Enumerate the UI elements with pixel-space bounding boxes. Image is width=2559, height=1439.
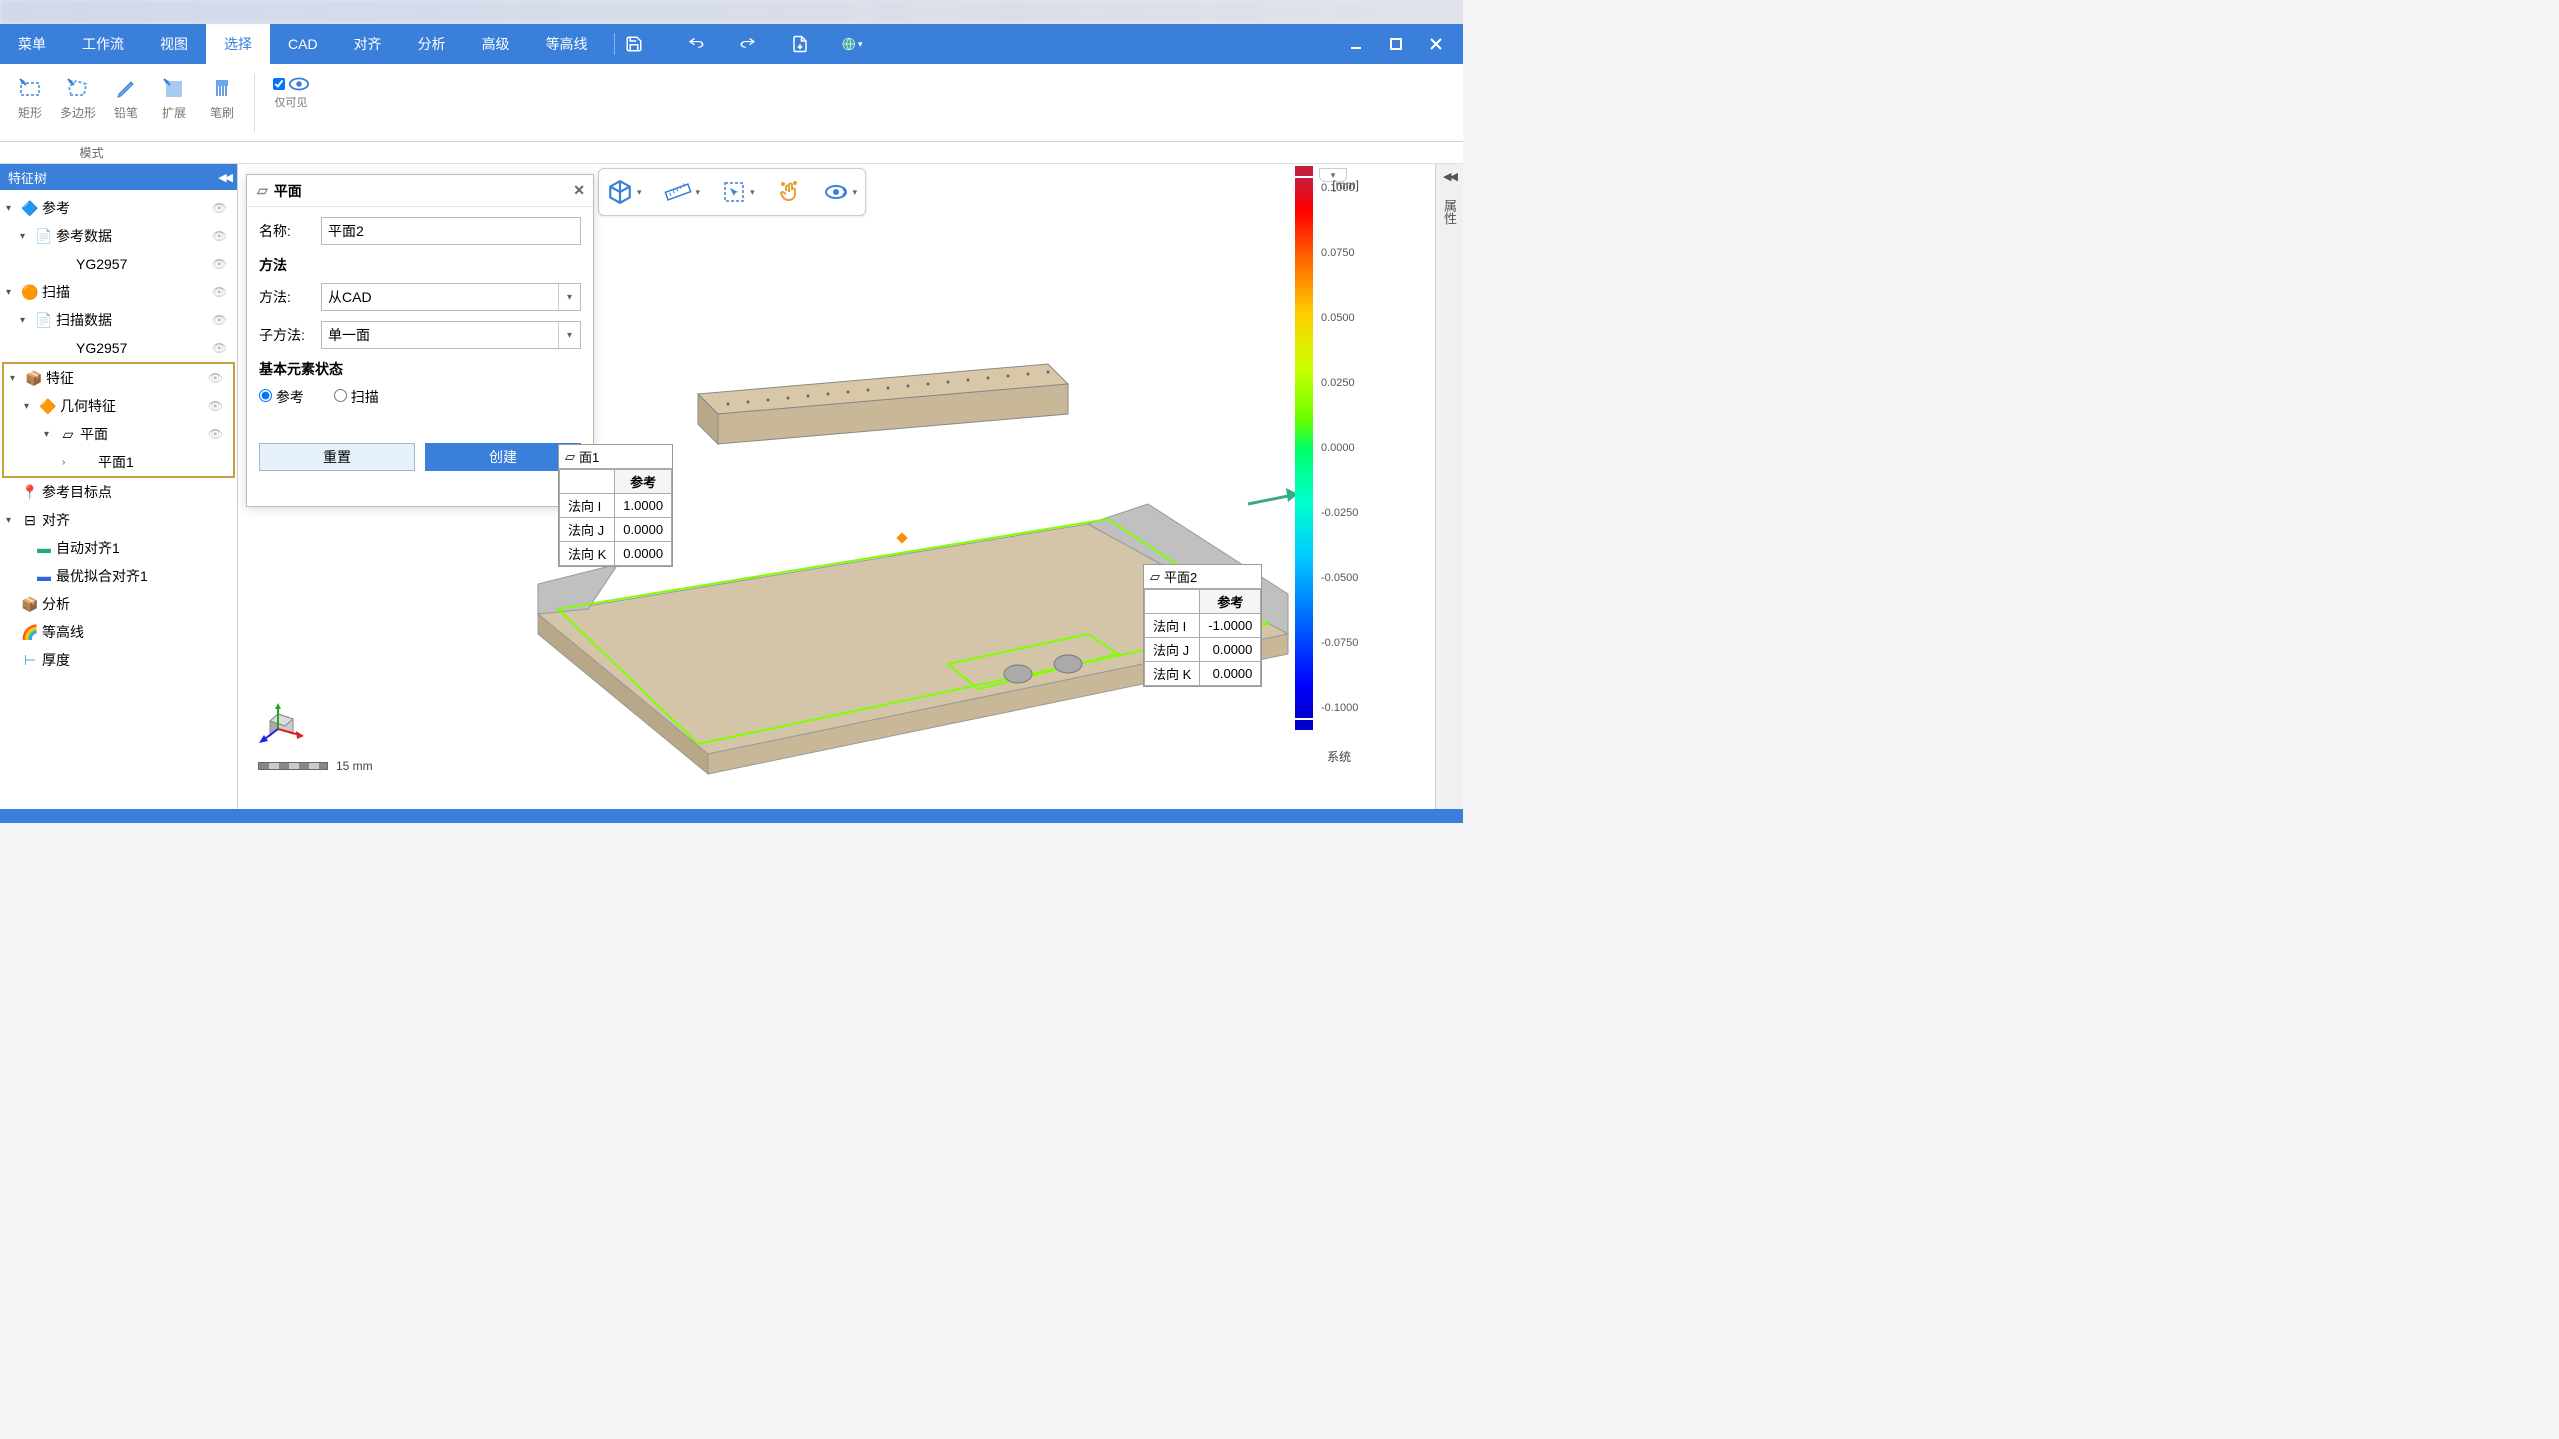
- menu-item-select[interactable]: 选择: [206, 24, 270, 64]
- export-icon[interactable]: [789, 33, 811, 55]
- title-bar: [0, 0, 1463, 24]
- reset-button[interactable]: 重置: [259, 443, 415, 471]
- polygon-tool[interactable]: 多边形: [56, 72, 100, 134]
- name-label: 名称:: [259, 221, 313, 241]
- feature-tree-header[interactable]: 特征树◀◀: [0, 164, 237, 190]
- tree-align[interactable]: ▾⊟对齐: [0, 506, 237, 534]
- tree-scan-data[interactable]: ▾📄扫描数据👁: [0, 306, 237, 334]
- tree-scan[interactable]: ▾🟠扫描👁: [0, 278, 237, 306]
- visibility-icon[interactable]: 👁: [208, 371, 223, 385]
- menu-item-workflow[interactable]: 工作流: [64, 24, 142, 64]
- pencil-tool[interactable]: 铅笔: [104, 72, 148, 134]
- visibility-icon[interactable]: 👁: [212, 341, 227, 355]
- dialog-title: ▱ 平面 ✕: [247, 175, 593, 207]
- collapse-left-icon[interactable]: ◀◀: [218, 171, 231, 184]
- tree-auto-align[interactable]: ▬自动对齐1: [0, 534, 237, 562]
- collapse-right-icon[interactable]: ◀◀: [1443, 170, 1456, 183]
- tree-best-fit[interactable]: ▬最优拟合对齐1: [0, 562, 237, 590]
- tree-ref-data[interactable]: ▾📄参考数据👁: [0, 222, 237, 250]
- radio-reference[interactable]: 参考: [259, 387, 304, 407]
- menu-item-view[interactable]: 视图: [142, 24, 206, 64]
- tree-geo-feature[interactable]: ▾🔶几何特征👁: [4, 392, 233, 420]
- minimize-icon[interactable]: [1345, 33, 1367, 55]
- tree-analysis[interactable]: 📦分析: [0, 590, 237, 618]
- measure-button[interactable]: ▾: [664, 182, 701, 202]
- visibility-icon[interactable]: 👁: [208, 399, 223, 413]
- viewport-toolbar: ▾ ▾ ▾ ▾: [598, 168, 866, 216]
- maximize-icon[interactable]: [1385, 33, 1407, 55]
- save-icon[interactable]: [623, 33, 645, 55]
- redo-icon[interactable]: [737, 33, 759, 55]
- plane-name-input[interactable]: [321, 217, 581, 245]
- ribbon: 矩形 多边形 铅笔 扩展 笔刷 仅可见: [0, 64, 1463, 142]
- dialog-close-icon[interactable]: ✕: [573, 182, 585, 199]
- menu-item-align[interactable]: 对齐: [336, 24, 400, 64]
- method-label: 方法:: [259, 287, 313, 307]
- radio-scan[interactable]: 扫描: [334, 387, 379, 407]
- scale-bar: 15 mm: [258, 759, 373, 773]
- info-box-plane1: ▱面1 参考 法向 I1.0000 法向 J0.0000 法向 K0.0000: [558, 444, 673, 567]
- menu-item-contour[interactable]: 等高线: [528, 24, 606, 64]
- submethod-select[interactable]: 单一面▾: [321, 321, 581, 349]
- visibility-icon[interactable]: 👁: [212, 313, 227, 327]
- brush-tool[interactable]: 笔刷: [200, 72, 244, 134]
- visible-only-toggle[interactable]: 仅可见: [265, 72, 317, 134]
- info-box-plane2: ▱平面2 参考 法向 I-1.0000 法向 J0.0000 法向 K0.000…: [1143, 564, 1262, 687]
- view-cube-button[interactable]: ▾: [607, 179, 642, 205]
- select-mode-button[interactable]: ▾: [722, 180, 755, 204]
- visibility-icon[interactable]: 👁: [212, 201, 227, 215]
- method-section-label: 方法: [259, 255, 581, 275]
- menu-item-menu[interactable]: 菜单: [0, 24, 64, 64]
- legend-system-label: 系统: [1327, 748, 1351, 765]
- method-select[interactable]: 从CAD▾: [321, 283, 581, 311]
- tree-plane[interactable]: ▾▱平面👁: [4, 420, 233, 448]
- feature-tree-panel: 特征树◀◀ ▾🔷参考👁 ▾📄参考数据👁 YG2957👁 ▾🟠扫描👁 ▾📄扫描数据…: [0, 164, 238, 809]
- tree-feature[interactable]: ▾📦特征👁: [4, 364, 233, 392]
- tree-thickness[interactable]: ⊢厚度: [0, 646, 237, 674]
- right-panel: ◀◀ 属性: [1435, 164, 1463, 809]
- menu-bar: 菜单 工作流 视图 选择 CAD 对齐 分析 高级 等高线 ▾: [0, 24, 1463, 64]
- visibility-icon[interactable]: 👁: [212, 285, 227, 299]
- submethod-label: 子方法:: [259, 325, 313, 345]
- close-icon[interactable]: [1425, 33, 1447, 55]
- tree-contour[interactable]: 🌈等高线: [0, 618, 237, 646]
- tree-ref-target[interactable]: 📍参考目标点: [0, 478, 237, 506]
- view-triad-icon[interactable]: [258, 699, 308, 749]
- viewport[interactable]: ▾ ▾ ▾ ▾ ▾ ▱ 平面 ✕ 名称: 方法 方法: 从CAD▾ 子方法: 单一面…: [238, 164, 1435, 809]
- rectangle-tool[interactable]: 矩形: [8, 72, 52, 134]
- visibility-icon[interactable]: 👁: [212, 229, 227, 243]
- tree-scan-item[interactable]: YG2957👁: [0, 334, 237, 362]
- undo-icon[interactable]: [685, 33, 707, 55]
- extend-tool[interactable]: 扩展: [152, 72, 196, 134]
- visibility-icon[interactable]: 👁: [212, 257, 227, 271]
- tree-plane1[interactable]: ›平面1: [4, 448, 233, 476]
- menu-item-advanced[interactable]: 高级: [464, 24, 528, 64]
- tree-reference[interactable]: ▾🔷参考👁: [0, 194, 237, 222]
- help-globe-icon[interactable]: ▾: [841, 33, 863, 55]
- ribbon-group-label: 模式: [0, 142, 1463, 164]
- menu-item-analysis[interactable]: 分析: [400, 24, 464, 64]
- tree-ref-item[interactable]: YG2957👁: [0, 250, 237, 278]
- status-bar: [0, 809, 1463, 823]
- touch-button[interactable]: [777, 180, 801, 204]
- rotate-button[interactable]: ▾: [823, 181, 858, 203]
- visibility-icon[interactable]: 👁: [208, 427, 223, 441]
- properties-tab[interactable]: 属性: [1440, 189, 1459, 235]
- menu-item-cad[interactable]: CAD: [270, 24, 336, 64]
- color-legend: 0.1000 0.0750 0.0500 0.0250 0.0000 -0.02…: [1295, 178, 1375, 718]
